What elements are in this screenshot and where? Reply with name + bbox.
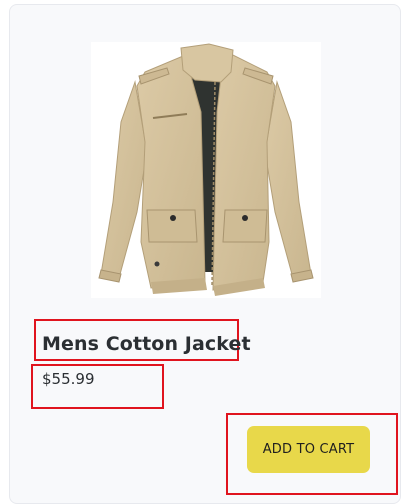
product-title: Mens Cotton Jacket: [42, 333, 251, 355]
jacket-icon: [98, 43, 314, 296]
product-image[interactable]: [91, 42, 321, 298]
product-price: $55.99: [42, 370, 95, 388]
add-to-cart-button[interactable]: ADD TO CART: [247, 426, 370, 473]
